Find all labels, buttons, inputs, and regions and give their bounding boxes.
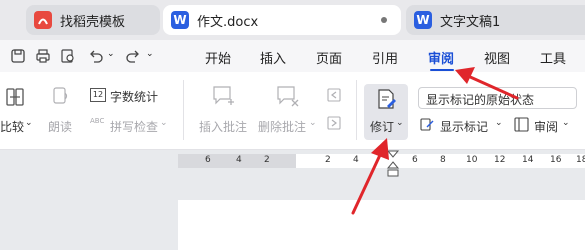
track-changes-chevron-icon: ⌄ — [396, 118, 404, 128]
ruler-tick-label: 4 — [353, 155, 359, 165]
track-changes-icon — [378, 89, 396, 109]
read-aloud-icon[interactable] — [51, 86, 71, 106]
tab-label: 文字文稿1 — [440, 14, 501, 30]
wps-writer-icon: W — [414, 11, 432, 29]
compare-chevron-icon[interactable]: ⌄ — [25, 118, 33, 128]
word-count-button[interactable]: 字数统计 — [110, 88, 158, 105]
insert-comment-icon[interactable] — [212, 85, 236, 107]
ruler-tick-label: 6 — [412, 155, 418, 165]
ruler-tick-label: 4 — [236, 155, 242, 165]
review-pane-icon[interactable] — [514, 117, 529, 132]
chevron-down-icon: ⌄ — [426, 91, 435, 102]
tab-strip: 找稻壳模板 W 作文.docx W 文字文稿1 — [0, 0, 585, 40]
read-aloud-button[interactable]: 朗读 — [48, 118, 72, 135]
tab-new-document[interactable]: W 文字文稿1 — [406, 5, 585, 35]
ruler-tick-label: 2 — [264, 155, 270, 165]
indent-marker-icon[interactable] — [386, 150, 400, 180]
undo-icon[interactable] — [88, 48, 104, 64]
tab-docer-templates[interactable]: 找稻壳模板 — [26, 5, 160, 35]
ruler-tick-label: 10 — [466, 155, 478, 165]
spell-check-icon: ABC — [90, 117, 105, 125]
menu-insert[interactable]: 插入 — [260, 48, 286, 67]
spell-check-chevron-icon[interactable]: ⌄ — [160, 118, 168, 128]
delete-comment-button[interactable]: 删除批注 — [258, 118, 306, 135]
active-menu-underline — [430, 69, 454, 71]
ruler-tick-label: 18 — [576, 155, 585, 165]
show-markup-button[interactable]: 显示标记 — [440, 118, 488, 135]
ruler-tick-label: 16 — [550, 155, 562, 165]
ruler-tick-label: 12 — [494, 155, 506, 165]
undo-dropdown-chevron-icon[interactable]: ⌄ — [107, 49, 115, 59]
quick-access-more-icon[interactable]: ⌄ — [146, 49, 154, 59]
save-icon[interactable] — [10, 48, 26, 64]
review-pane-button[interactable]: 审阅 — [534, 118, 558, 135]
docer-icon — [34, 11, 52, 29]
print-icon[interactable] — [35, 48, 51, 64]
ruler-tick-label: 14 — [522, 155, 534, 165]
compare-button[interactable]: 比较 — [0, 118, 24, 135]
menu-view[interactable]: 视图 — [484, 48, 510, 67]
show-markup-chevron-icon[interactable]: ⌄ — [495, 118, 503, 128]
spell-check-button[interactable]: 拼写检查 — [110, 118, 158, 135]
next-comment-icon[interactable] — [326, 116, 342, 130]
delete-comment-icon[interactable] — [276, 85, 300, 107]
delete-comment-chevron-icon[interactable]: ⌄ — [309, 118, 317, 128]
ruler-tick-label: 2 — [325, 155, 331, 165]
review-ribbon: 比较 ⌄ 朗读 12 字数统计 ABC 拼写检查 ⌄ 插入批注 删除批注 ⌄ 修… — [0, 72, 585, 150]
menu-page[interactable]: 页面 — [316, 48, 342, 67]
compare-icon[interactable] — [4, 86, 26, 108]
menu-references[interactable]: 引用 — [372, 48, 398, 67]
word-count-icon[interactable]: 12 — [90, 88, 106, 102]
insert-comment-button[interactable]: 插入批注 — [199, 118, 247, 135]
ribbon-separator — [356, 80, 357, 140]
unsaved-dot-icon — [381, 17, 387, 23]
menu-home[interactable]: 开始 — [205, 48, 231, 67]
tab-label: 作文.docx — [197, 14, 259, 30]
show-markup-icon[interactable] — [420, 117, 435, 132]
markup-mode-select[interactable]: 显示标记的原始状态 ⌄ — [418, 87, 577, 109]
redo-icon[interactable] — [125, 48, 141, 64]
wps-writer-icon: W — [171, 11, 189, 29]
ruler-tick-label: 6 — [205, 155, 211, 165]
document-page[interactable] — [178, 200, 585, 250]
previous-comment-icon[interactable] — [326, 88, 342, 102]
menu-bar: ⌄ ⌄ 开始 插入 页面 引用 审阅 视图 工具 — [0, 40, 585, 72]
tab-essay-docx[interactable]: W 作文.docx — [163, 5, 401, 35]
menu-review[interactable]: 审阅 — [428, 48, 454, 67]
tab-label: 找稻壳模板 — [60, 14, 126, 30]
menu-tools[interactable]: 工具 — [540, 48, 566, 67]
print-preview-icon[interactable] — [60, 48, 76, 64]
ruler-tick-label: 8 — [440, 155, 446, 165]
track-changes-label: 修订 — [370, 120, 395, 134]
review-pane-chevron-icon[interactable]: ⌄ — [562, 118, 570, 128]
track-changes-button[interactable]: 修订 ⌄ — [364, 84, 408, 140]
ribbon-separator — [183, 80, 184, 140]
